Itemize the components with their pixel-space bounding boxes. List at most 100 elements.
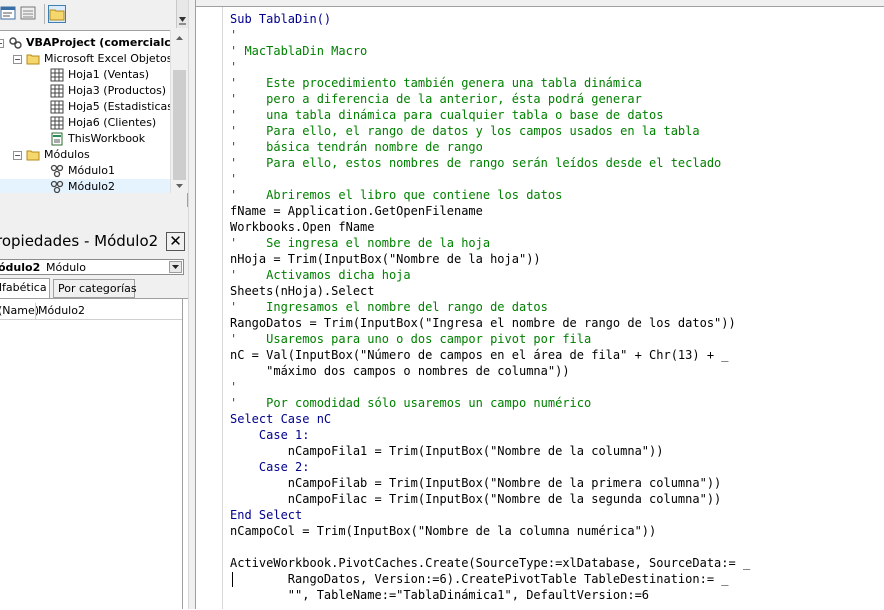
property-row-name[interactable]: (Name) Módulo2 [0, 303, 183, 320]
code-line[interactable] [230, 539, 750, 555]
properties-title: ropiedades - Módulo2 [0, 232, 159, 250]
view-object-button[interactable] [20, 5, 38, 23]
tree-item[interactable]: Hoja3 (Productos) [0, 83, 170, 99]
module-icon [50, 180, 64, 194]
tree-scroll-thumb[interactable] [173, 70, 186, 180]
tab-by-category[interactable]: Por categorías [53, 279, 137, 298]
tree-item[interactable]: − Módulos [0, 147, 170, 163]
code-line[interactable]: Case 1: [230, 427, 750, 443]
code-line[interactable]: "", TableName:="TablaDinámica1", Default… [230, 587, 750, 603]
code-line[interactable]: Select Case nC [230, 411, 750, 427]
code-line[interactable]: ' básica tendrán nombre de rango [230, 139, 750, 155]
tree-item-label: Hoja6 (Clientes) [68, 116, 157, 129]
tree-item-label: Microsoft Excel Objetos [44, 52, 173, 65]
code-editor[interactable]: Sub TablaDin() ' ' MacTablaDin Macro ' ' Est… [196, 0, 884, 609]
close-icon: ✕ [169, 232, 182, 250]
grid-border [182, 298, 183, 609]
code-line[interactable]: ' una tabla dinámica para cualquier tabl… [230, 107, 750, 123]
object-name: ódulo2 [0, 261, 41, 274]
code-line[interactable]: nCampoFila1 = Trim(InputBox("Nombre de l… [230, 443, 750, 459]
code-line[interactable]: RangoDatos, Version:=6).CreatePivotTable… [230, 571, 750, 587]
indicator-margin[interactable] [196, 7, 223, 609]
pane-splitter[interactable] [188, 0, 196, 609]
project-toolbar [0, 0, 192, 29]
tree-item-label: Hoja5 (Estadisticas) [68, 100, 178, 113]
code-line[interactable]: ' Por comodidad sólo usaremos un campo n… [230, 395, 750, 411]
tree-item-label: Módulo1 [68, 164, 115, 177]
code-line[interactable]: ' pero a diferencia de la anterior, ésta… [230, 91, 750, 107]
property-value[interactable]: Módulo2 [38, 304, 85, 317]
code-line[interactable]: nCampoFilac = Trim(InputBox("Nombre de l… [230, 491, 750, 507]
tree-vertical-scrollbar[interactable] [170, 30, 188, 193]
grid-divider [35, 303, 36, 319]
tree-item[interactable]: ThisWorkbook [0, 131, 170, 147]
left-panel: −VBAProject (comercialce−Microsoft Excel… [0, 0, 192, 610]
tree-item-label: Módulos [44, 148, 90, 161]
code-line[interactable]: ' Usaremos para uno o dos campor pivot p… [230, 331, 750, 347]
tree-item-label: VBAProject (comercialce [26, 36, 179, 49]
code-line[interactable]: "máximo dos campos o nombres de columna"… [230, 363, 750, 379]
code-line[interactable]: RangoDatos = Trim(InputBox("Ingresa el n… [230, 315, 750, 331]
sheet-icon [50, 116, 64, 130]
chevron-down-icon [172, 265, 179, 269]
tree-item-label: Hoja1 (Ventas) [68, 68, 150, 81]
code-line[interactable]: ' Ingresamos el nombre del rango de dato… [230, 299, 750, 315]
code-line[interactable]: ' Para ello, estos nombres de rango será… [230, 155, 750, 171]
code-line[interactable]: nC = Val(InputBox("Número de campos en e… [230, 347, 750, 363]
code-line[interactable]: Sub TablaDin() [230, 11, 750, 27]
view-object-icon [20, 6, 36, 20]
code-line[interactable]: nCampoCol = Trim(InputBox("Nombre de la … [230, 523, 750, 539]
collapse-icon[interactable]: − [0, 39, 4, 48]
code-line[interactable]: ' Abriremos el libro que contiene los da… [230, 187, 750, 203]
toolbar-scroll-down[interactable] [176, 0, 188, 28]
tree-item[interactable]: Módulo1 [0, 163, 170, 179]
code-line[interactable]: nCampoFilab = Trim(InputBox("Nombre de l… [230, 475, 750, 491]
code-line[interactable]: Workbooks.Open fName [230, 219, 750, 235]
collapse-icon[interactable]: − [13, 151, 22, 160]
code-line[interactable]: ' Se ingresa el nombre de la hoja [230, 235, 750, 251]
project-tree[interactable]: −VBAProject (comercialce−Microsoft Excel… [0, 30, 188, 207]
code-line[interactable]: ActiveWorkbook.PivotCaches.Create(Source… [230, 555, 750, 571]
tree-item[interactable]: Hoja5 (Estadisticas) [0, 99, 177, 115]
text-caret [232, 572, 233, 587]
code-line[interactable]: ' [230, 27, 750, 43]
tree-horizontal-scrollbar[interactable] [0, 193, 187, 207]
view-code-button[interactable] [0, 5, 18, 23]
code-area[interactable]: Sub TablaDin() ' ' MacTablaDin Macro ' ' Est… [230, 11, 750, 603]
object-selector[interactable]: ódulo2 Módulo [0, 259, 184, 275]
folder-icon [26, 148, 40, 162]
chevron-down-icon [179, 17, 186, 25]
sheet-icon [50, 100, 64, 114]
code-line[interactable]: ' [230, 59, 750, 75]
code-line[interactable]: Sheets(nHoja).Select [230, 283, 750, 299]
close-button[interactable]: ✕ [166, 232, 185, 251]
dropdown-button[interactable] [169, 261, 182, 273]
sheet-icon [50, 84, 64, 98]
editor-top-border [196, 0, 884, 7]
toggle-folders-button[interactable] [48, 5, 66, 23]
sheet-icon [50, 68, 64, 82]
code-line[interactable]: ' Este procedimiento también genera una … [230, 75, 750, 91]
code-line[interactable]: nHoja = Trim(InputBox("Nombre de la hoja… [230, 251, 750, 267]
tree-item[interactable]: Hoja6 (Clientes) [0, 115, 170, 131]
code-line[interactable]: ' Activamos dicha hoja [230, 267, 750, 283]
toolbar-separator [44, 4, 45, 24]
code-line[interactable]: ' [230, 171, 750, 187]
code-line[interactable]: ' MacTablaDin Macro [230, 43, 750, 59]
tree-item[interactable]: − Microsoft Excel Objetos [0, 51, 173, 67]
code-line[interactable]: fName = Application.GetOpenFilename [230, 203, 750, 219]
code-line[interactable]: Case 2: [230, 459, 750, 475]
code-line[interactable]: ' [230, 379, 750, 395]
chevron-down-icon [176, 184, 183, 188]
tree-item[interactable]: Hoja1 (Ventas) [0, 67, 170, 83]
tree-item-label: Hoja3 (Productos) [68, 84, 167, 97]
properties-grid: (Name) Módulo2 [0, 298, 188, 610]
code-line[interactable]: ' Para ello, el rango de datos y los cam… [230, 123, 750, 139]
code-line[interactable]: End Select [230, 507, 750, 523]
tab-alphabetic[interactable]: lfabética [0, 278, 50, 298]
collapse-icon[interactable]: − [13, 55, 22, 64]
tree-item[interactable]: − VBAProject (comercialce [0, 35, 178, 51]
folder-icon [49, 9, 65, 21]
property-key: (Name) [0, 304, 40, 317]
module-icon [50, 164, 64, 178]
